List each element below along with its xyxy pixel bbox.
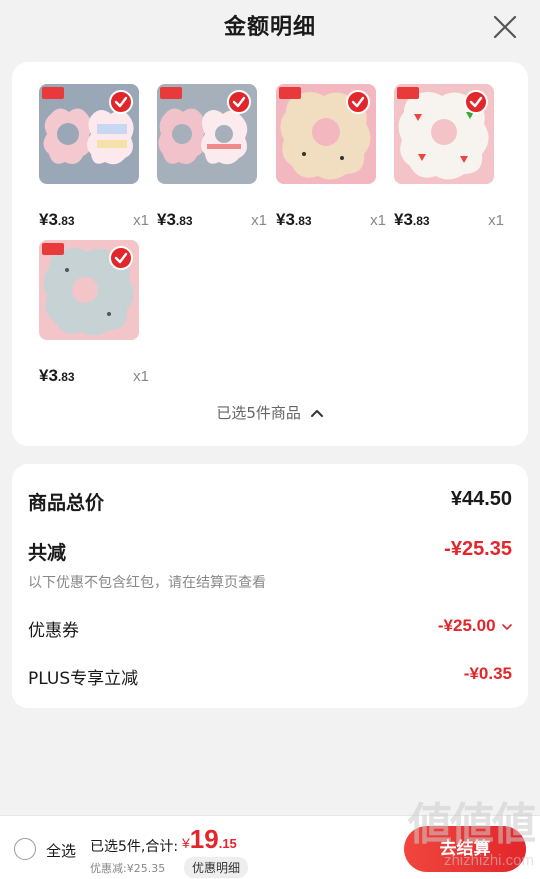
product-quantity: x1 bbox=[251, 212, 267, 229]
brand-logo bbox=[279, 87, 301, 99]
product-item[interactable]: ¥3.83 x1 bbox=[276, 84, 386, 229]
product-thumbnail bbox=[276, 84, 376, 184]
product-price: ¥3.83 bbox=[39, 210, 75, 229]
product-price: ¥3.83 bbox=[394, 210, 430, 229]
goods-total-label: 商品总价 bbox=[28, 492, 105, 514]
products-card: ¥3.83 x1 ¥3.83 x1 ¥3.83 x1 ¥3.83 x1 ¥3.8… bbox=[12, 62, 528, 446]
page-title: 金额明细 bbox=[223, 15, 316, 40]
total-amount: ¥19.15 bbox=[182, 824, 237, 854]
product-price: ¥3.83 bbox=[39, 366, 75, 385]
price-row: ¥3.83 x1 bbox=[157, 208, 267, 230]
selected-check[interactable] bbox=[346, 90, 370, 114]
price-row: ¥3.83 x1 bbox=[276, 208, 386, 230]
brand-logo bbox=[42, 87, 64, 99]
header: 金额明细 bbox=[0, 0, 540, 56]
product-thumbnail bbox=[39, 240, 139, 340]
check-icon bbox=[114, 252, 128, 264]
price-row: ¥3.83 x1 bbox=[394, 208, 504, 230]
close-button[interactable] bbox=[492, 14, 518, 40]
select-all-label[interactable]: 全选 bbox=[46, 840, 76, 861]
brand-logo bbox=[397, 87, 419, 99]
reduction-note: 以下优惠不包含红包，请在结算页查看 bbox=[28, 575, 266, 591]
goods-total-row: 商品总价 ¥44.50 bbox=[28, 488, 512, 514]
product-item[interactable]: ¥3.83 x1 bbox=[157, 84, 267, 229]
discount-detail-button[interactable]: 优惠明细 bbox=[184, 857, 249, 878]
product-price: ¥3.83 bbox=[276, 210, 312, 229]
selected-check[interactable] bbox=[109, 90, 133, 114]
product-quantity: x1 bbox=[370, 212, 386, 229]
reduction-value: -¥25.35 bbox=[444, 538, 512, 560]
chevron-up-icon bbox=[310, 410, 323, 417]
plus-discount-row: PLUS专享立减 -¥0.35 bbox=[28, 664, 512, 689]
checkout-button[interactable]: 去结算 bbox=[404, 826, 526, 872]
reduction-label: 共减 bbox=[28, 542, 67, 564]
goods-total-value: ¥44.50 bbox=[450, 488, 512, 510]
check-icon bbox=[351, 96, 365, 108]
reduction-note-row: 以下优惠不包含红包，请在结算页查看 bbox=[28, 572, 512, 592]
plus-discount-label: PLUS专享立减 bbox=[28, 669, 139, 689]
product-item[interactable]: ¥3.83 x1 bbox=[39, 240, 149, 385]
product-thumbnail bbox=[157, 84, 257, 184]
coupon-value: -¥25.00 bbox=[437, 616, 496, 635]
product-thumbnail bbox=[39, 84, 139, 184]
brand-logo bbox=[42, 243, 64, 255]
selected-items-toggle[interactable]: 已选5件商品 bbox=[12, 402, 528, 423]
coupon-row[interactable]: 优惠券 -¥25.00 bbox=[28, 616, 512, 641]
selected-items-label: 已选5件商品 bbox=[216, 404, 301, 422]
price-summary-card: 商品总价 ¥44.50 共减 -¥25.35 以下优惠不包含红包，请在结算页查看… bbox=[12, 464, 528, 708]
selected-total-label: 已选5件,合计: bbox=[90, 839, 179, 855]
selected-check[interactable] bbox=[227, 90, 251, 114]
product-price: ¥3.83 bbox=[157, 210, 193, 229]
price-row: ¥3.83 x1 bbox=[39, 208, 149, 230]
select-all-radio[interactable] bbox=[14, 838, 36, 860]
reduction-row: 共减 -¥25.35 bbox=[28, 538, 512, 564]
plus-discount-value: -¥0.35 bbox=[463, 664, 512, 683]
discount-note: 优惠减:¥25.35 bbox=[90, 862, 166, 875]
product-quantity: x1 bbox=[488, 212, 504, 229]
check-icon bbox=[469, 96, 483, 108]
product-quantity: x1 bbox=[133, 212, 149, 229]
close-icon bbox=[493, 15, 517, 39]
check-icon bbox=[232, 96, 246, 108]
selected-check[interactable] bbox=[464, 90, 488, 114]
product-item[interactable]: ¥3.83 x1 bbox=[39, 84, 149, 229]
brand-logo bbox=[160, 87, 182, 99]
checkout-bar: 全选 已选5件,合计: ¥19.15 优惠减:¥25.35 优惠明细 去结算 bbox=[0, 815, 540, 879]
selected-check[interactable] bbox=[109, 246, 133, 270]
price-row: ¥3.83 x1 bbox=[39, 364, 149, 386]
chevron-down-icon bbox=[502, 624, 512, 631]
coupon-label: 优惠券 bbox=[28, 621, 79, 641]
product-thumbnail bbox=[394, 84, 494, 184]
check-icon bbox=[114, 96, 128, 108]
product-item[interactable]: ¥3.83 x1 bbox=[394, 84, 504, 229]
product-quantity: x1 bbox=[133, 368, 149, 385]
